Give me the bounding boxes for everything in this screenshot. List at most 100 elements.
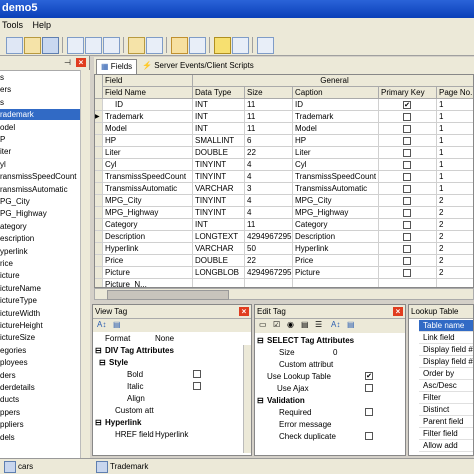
tree-item[interactable]: iter: [0, 146, 80, 157]
tree-item[interactable]: ders: [0, 370, 80, 381]
grid-cell-size[interactable]: 22: [245, 255, 293, 267]
primary-key-cell[interactable]: [379, 183, 437, 195]
grid-cell-type[interactable]: SMALLINT: [193, 135, 245, 147]
collapse-icon[interactable]: ⊟: [99, 357, 106, 368]
grid-cell-size[interactable]: 3: [245, 183, 293, 195]
grid-cell-page[interactable]: 1: [437, 183, 473, 195]
grid-cell-caption[interactable]: Model: [293, 123, 379, 135]
grid-cell-page[interactable]: 2: [437, 243, 473, 255]
use-ajax-checkbox[interactable]: [365, 384, 373, 392]
textbox-icon[interactable]: ▭: [259, 319, 267, 330]
row-indicator[interactable]: [95, 183, 103, 195]
primary-key-cell[interactable]: [379, 207, 437, 219]
select-tag-section[interactable]: ⊟ SELECT Tag Attributes: [255, 335, 405, 346]
row-indicator[interactable]: [95, 171, 103, 183]
primary-key-checkbox[interactable]: [403, 257, 411, 265]
row-indicator[interactable]: [95, 147, 103, 159]
primary-key-checkbox[interactable]: [403, 161, 411, 169]
grid-cell-name[interactable]: TransmissAutomatic: [103, 183, 193, 195]
help-icon[interactable]: [257, 37, 274, 54]
tree-item[interactable]: P: [0, 134, 80, 145]
row-indicator[interactable]: [95, 123, 103, 135]
grid-cell-size[interactable]: 22: [245, 147, 293, 159]
primary-key-checkbox[interactable]: [403, 113, 411, 121]
document-icon[interactable]: [146, 37, 163, 54]
collapse-icon[interactable]: ⊟: [257, 335, 264, 346]
grid-cell-size[interactable]: 4294967295: [245, 267, 293, 279]
primary-key-checkbox[interactable]: [403, 185, 411, 193]
grid-cell-size[interactable]: [245, 279, 293, 287]
collapse-icon[interactable]: ⊟: [95, 345, 102, 356]
grid-cell-page[interactable]: 1: [437, 159, 473, 171]
bold-checkbox[interactable]: [193, 370, 201, 378]
tree-item[interactable]: ployees: [0, 357, 80, 368]
tree-item[interactable]: escription: [0, 233, 80, 244]
grid-cell-name[interactable]: Description: [103, 231, 193, 243]
grid-cell-name[interactable]: Picture_N...: [103, 279, 193, 287]
sort-icon[interactable]: A↕: [331, 319, 340, 330]
sort-icon[interactable]: A↕: [97, 319, 106, 330]
grid-cell-type[interactable]: INT: [193, 111, 245, 123]
grid-cell-caption[interactable]: HP: [293, 135, 379, 147]
primary-key-checkbox[interactable]: [403, 221, 411, 229]
grid-cell-type[interactable]: DOUBLE: [193, 147, 245, 159]
grid-cell-name[interactable]: Model: [103, 123, 193, 135]
generate-icon[interactable]: [214, 37, 231, 54]
primary-key-cell[interactable]: [379, 243, 437, 255]
grid-cell-type[interactable]: INT: [193, 99, 245, 111]
grid-cell-size[interactable]: 4294967295: [245, 231, 293, 243]
row-indicator[interactable]: [95, 267, 103, 279]
grid-cell-page[interactable]: 1: [437, 111, 473, 123]
tree-item[interactable]: ppliers: [0, 419, 80, 430]
grid-cell-caption[interactable]: Category: [293, 219, 379, 231]
primary-key-cell[interactable]: [379, 147, 437, 159]
primary-key-checkbox[interactable]: ✔: [403, 101, 411, 109]
lookup-item[interactable]: Parent field: [419, 416, 473, 428]
style-section[interactable]: ⊟ Style: [93, 357, 251, 368]
folder-icon[interactable]: [128, 37, 145, 54]
row-indicator[interactable]: ▶: [95, 111, 103, 123]
tree-item[interactable]: egories: [0, 345, 80, 356]
grid-cell-page[interactable]: 1: [437, 99, 473, 111]
grid-cell-page[interactable]: 1: [437, 171, 473, 183]
grid-cell-page[interactable]: [437, 279, 473, 287]
primary-key-checkbox[interactable]: [403, 209, 411, 217]
lookup-item[interactable]: Filter field: [419, 428, 473, 440]
grid-cell-caption[interactable]: MPG_Highway: [293, 207, 379, 219]
tree-scrollbar[interactable]: [80, 70, 90, 458]
tab-server-events[interactable]: ⚡ Server Events/Client Scripts: [138, 59, 258, 74]
grid-cell-page[interactable]: 1: [437, 123, 473, 135]
lookup-item[interactable]: Display field #1: [419, 344, 473, 356]
list-icon[interactable]: [189, 37, 206, 54]
tree-item[interactable]: s: [0, 97, 80, 108]
grid-cell-caption[interactable]: TransmissAutomatic: [293, 183, 379, 195]
size-value[interactable]: 0: [333, 347, 337, 358]
grid-horizontal-scrollbar[interactable]: [94, 288, 474, 300]
tree-item[interactable]: odel: [0, 122, 80, 133]
primary-key-checkbox[interactable]: [403, 149, 411, 157]
menu-tools[interactable]: Tools: [0, 18, 28, 30]
close-icon[interactable]: ×: [393, 307, 403, 316]
grid-cell-type[interactable]: LONGTEXT: [193, 231, 245, 243]
grid-cell-page[interactable]: 2: [437, 195, 473, 207]
row-indicator[interactable]: [95, 255, 103, 267]
grid-cell-name[interactable]: Trademark: [103, 111, 193, 123]
grid-cell-size[interactable]: 11: [245, 219, 293, 231]
close-icon[interactable]: ×: [239, 307, 249, 316]
lookup-item[interactable]: Link field: [419, 332, 473, 344]
grid-cell-type[interactable]: VARCHAR: [193, 243, 245, 255]
primary-key-checkbox[interactable]: [403, 233, 411, 241]
primary-key-cell[interactable]: [379, 279, 437, 287]
lookup-item[interactable]: Order by: [419, 368, 473, 380]
grid-cell-type[interactable]: VARCHAR: [193, 183, 245, 195]
save-icon[interactable]: [42, 37, 59, 54]
grid-cell-size[interactable]: 11: [245, 123, 293, 135]
column-header[interactable]: Caption: [293, 87, 379, 99]
tree-item[interactable]: rice: [0, 258, 80, 269]
primary-key-checkbox[interactable]: [403, 137, 411, 145]
collapse-icon[interactable]: ⊟: [257, 395, 264, 406]
row-indicator[interactable]: [95, 219, 103, 231]
grid-cell-page[interactable]: 2: [437, 231, 473, 243]
primary-key-checkbox[interactable]: [403, 245, 411, 253]
copy-icon[interactable]: [85, 37, 102, 54]
